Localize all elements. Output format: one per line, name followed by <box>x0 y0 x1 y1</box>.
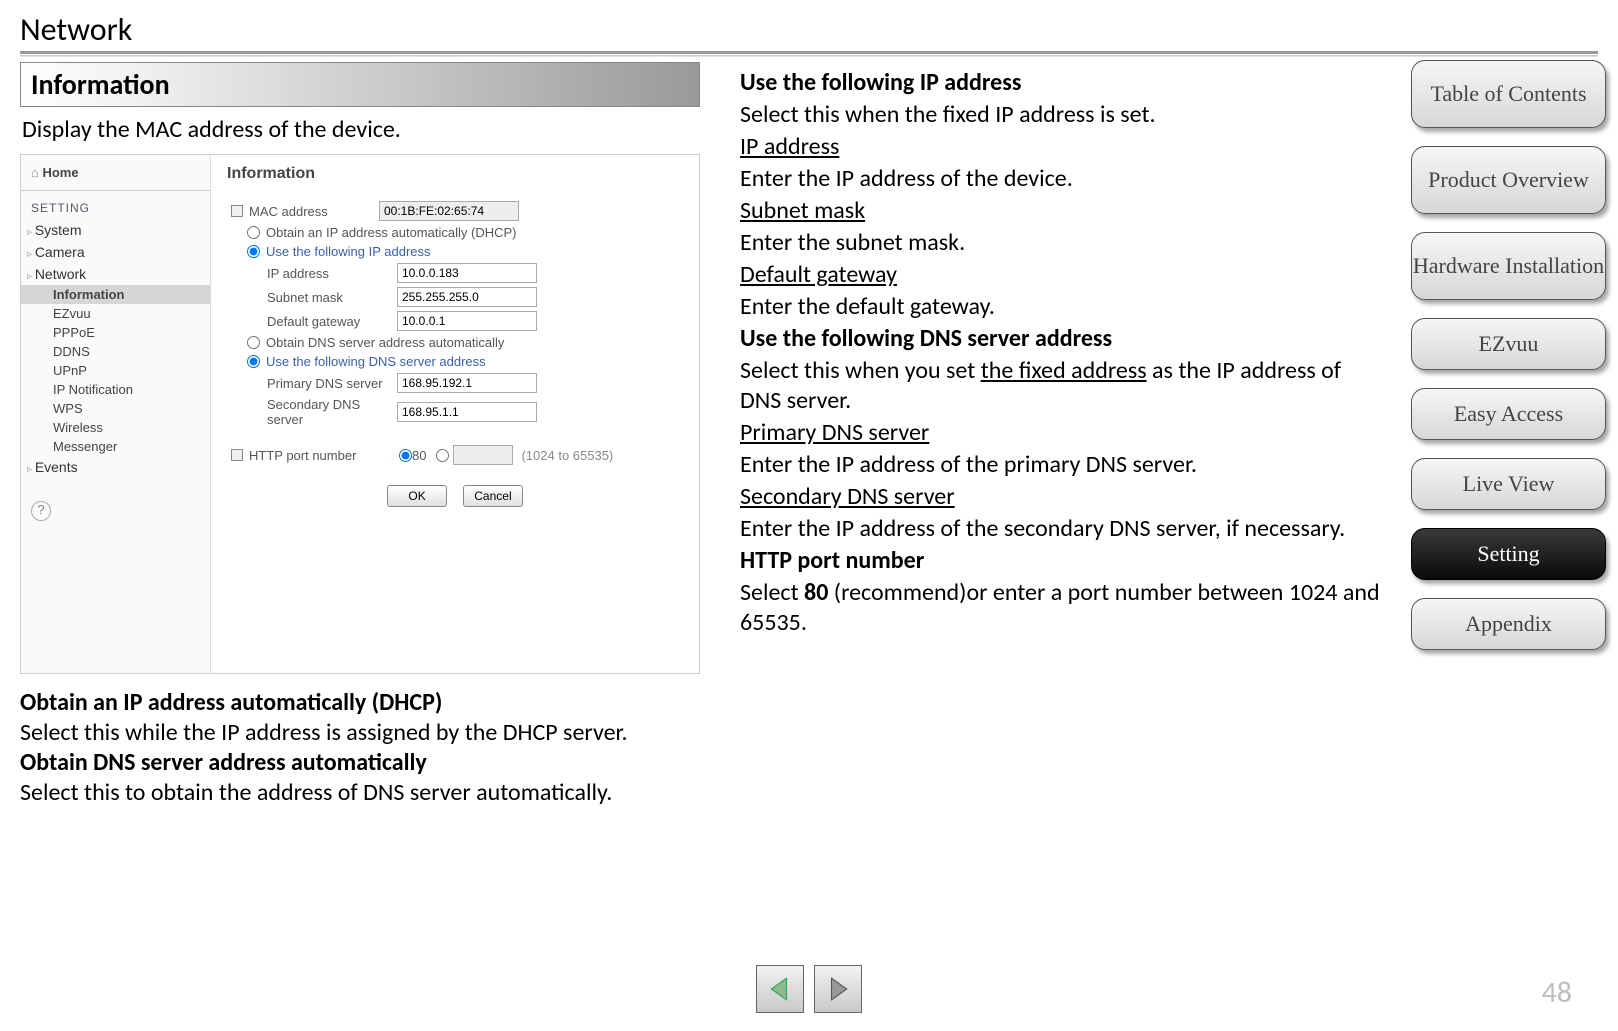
sidebar-item-events[interactable]: Events <box>21 456 210 478</box>
pager <box>756 965 862 1013</box>
sidebar-subitem[interactable]: UPnP <box>21 361 210 380</box>
square-icon <box>231 205 243 217</box>
home-link[interactable]: Home <box>21 161 210 184</box>
sdns-field[interactable] <box>397 402 537 422</box>
gateway-label: Default gateway <box>227 314 397 329</box>
help-icon[interactable] <box>21 478 210 541</box>
information-header: Information <box>20 62 700 107</box>
text: Select this when the fixed IP address is… <box>740 100 1380 130</box>
information-description: Display the MAC address of the device. <box>22 115 698 144</box>
http-custom-field[interactable] <box>453 445 513 465</box>
sidebar-item[interactable]: Camera <box>21 241 210 263</box>
text: Select 80 (recommend)or enter a port num… <box>740 578 1380 638</box>
subheading: IP address <box>740 132 1380 162</box>
nav-button[interactable]: Easy Access <box>1411 388 1606 440</box>
nav-button[interactable]: Live View <box>1411 458 1606 510</box>
text: Enter the subnet mask. <box>740 228 1380 258</box>
ok-button[interactable]: OK <box>387 485 447 507</box>
static-ip-label: Use the following IP address <box>266 244 431 259</box>
cancel-button[interactable]: Cancel <box>463 485 523 507</box>
text: Select this when you set the fixed addre… <box>740 356 1380 416</box>
mac-field <box>379 201 519 221</box>
subheading: Primary DNS server <box>740 418 1380 448</box>
http-range: (1024 to 65535) <box>521 448 613 463</box>
ip-field[interactable] <box>397 263 537 283</box>
subheading: Secondary DNS server <box>740 482 1380 512</box>
http-80-label: 80 <box>412 448 426 463</box>
sidebar-item[interactable]: Network <box>21 263 210 285</box>
nav-button[interactable]: Table of Contents <box>1411 60 1606 128</box>
dns-auto-radio[interactable] <box>247 336 260 349</box>
setting-heading: SETTING <box>21 190 210 219</box>
gateway-field[interactable] <box>397 311 537 331</box>
sidebar-subitem[interactable]: DDNS <box>21 342 210 361</box>
nav-button[interactable]: Product Overview <box>1411 146 1606 214</box>
prev-page-button[interactable] <box>756 965 804 1013</box>
sidebar-subitem[interactable]: EZvuu <box>21 304 210 323</box>
dns-static-label: Use the following DNS server address <box>266 354 486 369</box>
side-navigation: Table of Contents Product Overview Hardwar… <box>1411 60 1606 650</box>
subnet-label: Subnet mask <box>227 290 397 305</box>
text: Enter the IP address of the device. <box>740 164 1380 194</box>
subheading: Subnet mask <box>740 196 1380 226</box>
square-icon <box>231 449 243 461</box>
page-number: 48 <box>1542 974 1572 1011</box>
sidebar-subitem[interactable]: PPPoE <box>21 323 210 342</box>
pdns-label: Primary DNS server <box>227 376 397 391</box>
dhcp-radio[interactable] <box>247 226 260 239</box>
http-custom-radio[interactable] <box>436 449 449 462</box>
sdns-label: Secondary DNS server <box>227 397 397 427</box>
dns-static-radio[interactable] <box>247 355 260 368</box>
nav-button[interactable]: EZvuu <box>1411 318 1606 370</box>
http-label: HTTP port number <box>249 448 399 463</box>
left-paragraph: Obtain an IP address automatically (DHCP… <box>20 688 700 808</box>
text: Enter the default gateway. <box>740 292 1380 322</box>
sidebar-item[interactable]: System <box>21 219 210 241</box>
page-title: Network <box>20 10 1598 54</box>
dns-auto-label: Obtain DNS server address automatically <box>266 335 504 350</box>
embedded-screenshot: Home SETTING SystemCameraNetwork Informa… <box>20 154 700 674</box>
text: Enter the IP address of the primary DNS … <box>740 450 1380 480</box>
panel-title: Information <box>227 165 683 183</box>
sidebar-subitem[interactable]: WPS <box>21 399 210 418</box>
sidebar-subitem[interactable]: Messenger <box>21 437 210 456</box>
heading: Use the following IP address <box>740 68 1380 98</box>
subnet-field[interactable] <box>397 287 537 307</box>
ip-label: IP address <box>227 266 397 281</box>
nav-button[interactable]: Hardware Installation <box>1411 232 1606 300</box>
nav-button[interactable]: Setting <box>1411 528 1606 580</box>
text: Enter the IP address of the secondary DN… <box>740 514 1380 544</box>
sidebar-subitem[interactable]: Information <box>21 285 210 304</box>
nav-button[interactable]: Appendix <box>1411 598 1606 650</box>
static-ip-radio[interactable] <box>247 245 260 258</box>
http-80-radio[interactable] <box>399 449 412 462</box>
sidebar-subitem[interactable]: IP Notification <box>21 380 210 399</box>
heading: Use the following DNS server address <box>740 324 1380 354</box>
heading: HTTP port number <box>740 546 1380 576</box>
sidebar-subitem[interactable]: Wireless <box>21 418 210 437</box>
subheading: Default gateway <box>740 260 1380 290</box>
pdns-field[interactable] <box>397 373 537 393</box>
dhcp-label: Obtain an IP address automatically (DHCP… <box>266 225 516 240</box>
mac-label: MAC address <box>249 204 379 219</box>
next-page-button[interactable] <box>814 965 862 1013</box>
